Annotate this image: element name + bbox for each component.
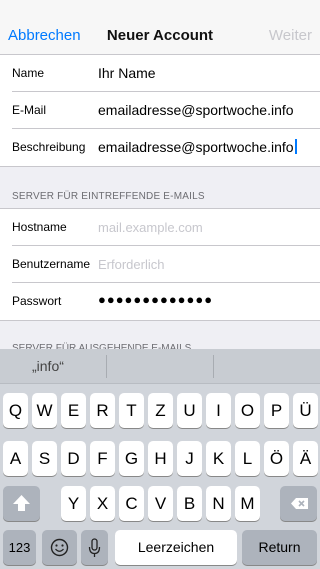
key-l[interactable]: L: [235, 441, 260, 476]
name-field[interactable]: Ihr Name: [98, 65, 156, 81]
email-field[interactable]: emailadresse@sportwoche.info: [98, 102, 294, 118]
suggestion-divider: [106, 355, 107, 378]
description-row[interactable]: Beschreibung emailadresse@sportwoche.inf…: [12, 129, 320, 166]
backspace-icon: [291, 498, 308, 509]
key-p[interactable]: P: [264, 393, 289, 428]
password-row[interactable]: Passwort ●●●●●●●●●●●●●: [12, 283, 320, 320]
numbers-key[interactable]: 123: [3, 530, 36, 565]
key-ä[interactable]: Ä: [293, 441, 318, 476]
keyboard: „info“ QWERTZUIOPÜ ASDFGHJKLÖÄ YXCVBNM 1…: [0, 349, 320, 569]
key-f[interactable]: F: [90, 441, 115, 476]
cancel-button[interactable]: Abbrechen: [8, 27, 81, 44]
name-label: Name: [12, 66, 45, 80]
key-t[interactable]: T: [119, 393, 144, 428]
hostname-label: Hostname: [12, 220, 67, 234]
key-g[interactable]: G: [119, 441, 144, 476]
key-v[interactable]: V: [148, 486, 173, 521]
key-r[interactable]: R: [90, 393, 115, 428]
shift-key[interactable]: [3, 486, 40, 521]
emoji-key[interactable]: [42, 530, 77, 565]
key-h[interactable]: H: [148, 441, 173, 476]
name-row[interactable]: Name Ihr Name: [12, 55, 320, 92]
delete-key[interactable]: [280, 486, 317, 521]
key-m[interactable]: M: [235, 486, 260, 521]
username-label: Benutzername: [12, 257, 91, 271]
key-q[interactable]: Q: [3, 393, 28, 428]
suggestion-divider: [213, 355, 214, 378]
key-u[interactable]: U: [177, 393, 202, 428]
hostname-row[interactable]: Hostname mail.example.com: [12, 209, 320, 246]
space-key[interactable]: Leerzeichen: [115, 530, 237, 565]
description-field[interactable]: emailadresse@sportwoche.info: [98, 139, 297, 155]
key-ö[interactable]: Ö: [264, 441, 289, 476]
key-x[interactable]: X: [90, 486, 115, 521]
description-label: Beschreibung: [12, 140, 86, 154]
key-o[interactable]: O: [235, 393, 260, 428]
next-button[interactable]: Weiter: [269, 27, 312, 44]
incoming-server-group: Hostname mail.example.com Benutzername E…: [0, 208, 320, 321]
email-row[interactable]: E-Mail emailadresse@sportwoche.info: [12, 92, 320, 129]
key-y[interactable]: Y: [61, 486, 86, 521]
key-w[interactable]: W: [32, 393, 57, 428]
shift-arrow-icon: [13, 495, 30, 511]
key-e[interactable]: E: [61, 393, 86, 428]
email-label: E-Mail: [12, 103, 47, 117]
account-group: Name Ihr Name E-Mail emailadresse@sportw…: [0, 54, 320, 167]
password-label: Passwort: [12, 294, 62, 308]
username-row[interactable]: Benutzername Erforderlich: [12, 246, 320, 283]
key-ü[interactable]: Ü: [293, 393, 318, 428]
return-key[interactable]: Return: [242, 530, 317, 565]
microphone-icon: [88, 538, 101, 557]
key-a[interactable]: A: [3, 441, 28, 476]
suggestion-bar: „info“: [0, 349, 320, 384]
description-text: emailadresse@sportwoche.info: [98, 139, 294, 155]
suggestion-item[interactable]: „info“: [32, 349, 64, 384]
key-s[interactable]: S: [32, 441, 57, 476]
password-field[interactable]: ●●●●●●●●●●●●●: [98, 292, 213, 307]
username-field[interactable]: Erforderlich: [98, 257, 164, 272]
emoji-icon: [50, 538, 69, 557]
key-z[interactable]: Z: [148, 393, 173, 428]
hostname-field[interactable]: mail.example.com: [98, 220, 203, 235]
incoming-server-section-title: SERVER FÜR EINTREFFENDE E-MAILS: [12, 191, 205, 202]
key-k[interactable]: K: [206, 441, 231, 476]
key-d[interactable]: D: [61, 441, 86, 476]
text-cursor: [294, 139, 297, 154]
key-c[interactable]: C: [119, 486, 144, 521]
key-n[interactable]: N: [206, 486, 231, 521]
dictation-key[interactable]: [81, 530, 108, 565]
key-b[interactable]: B: [177, 486, 202, 521]
key-j[interactable]: J: [177, 441, 202, 476]
key-i[interactable]: I: [206, 393, 231, 428]
